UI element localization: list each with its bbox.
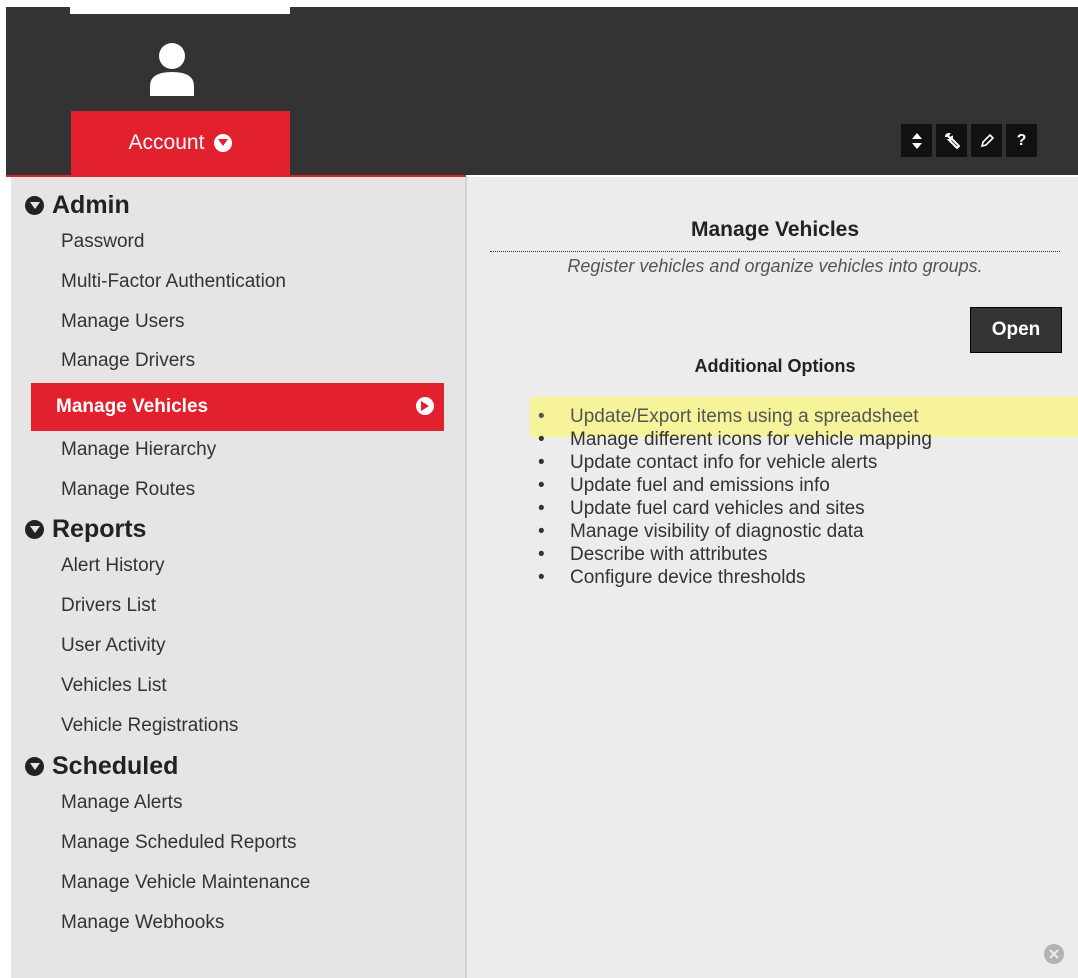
option-update-export-spreadsheet[interactable]: • Update/Export items using a spreadsheet — [538, 405, 932, 428]
sidebar-item-user-activity[interactable]: User Activity — [61, 635, 166, 657]
section-scheduled[interactable]: Scheduled — [25, 752, 178, 781]
option-manage-icons[interactable]: • Manage different icons for vehicle mapp… — [538, 428, 932, 451]
open-button[interactable]: Open — [970, 307, 1062, 353]
option-label: Update contact info for vehicle alerts — [570, 452, 878, 473]
sidebar-item-alert-history[interactable]: Alert History — [61, 555, 164, 577]
sidebar-item-password[interactable]: Password — [61, 231, 144, 253]
option-update-fuel-emissions[interactable]: • Update fuel and emissions info — [538, 474, 932, 497]
help-icon[interactable]: ? — [1006, 124, 1037, 157]
chevron-down-circle-icon — [214, 134, 233, 152]
sidebar-item-vehicles-list[interactable]: Vehicles List — [61, 675, 167, 697]
sidebar — [11, 177, 465, 978]
option-update-fuel-card[interactable]: • Update fuel card vehicles and sites — [538, 497, 932, 520]
section-scheduled-title: Scheduled — [52, 752, 179, 780]
sidebar-item-manage-vehicle-maintenance[interactable]: Manage Vehicle Maintenance — [61, 872, 310, 894]
chevron-down-circle-icon — [25, 196, 44, 215]
section-reports[interactable]: Reports — [25, 515, 146, 544]
sidebar-item-manage-alerts[interactable]: Manage Alerts — [61, 792, 182, 814]
sidebar-item-manage-drivers[interactable]: Manage Drivers — [61, 350, 195, 372]
sidebar-item-vehicle-registrations[interactable]: Vehicle Registrations — [61, 715, 238, 737]
pencil-icon[interactable] — [971, 124, 1002, 157]
option-label: Manage visibility of diagnostic data — [570, 521, 864, 542]
section-admin[interactable]: Admin — [25, 191, 130, 220]
additional-options-title: Additional Options — [694, 356, 856, 376]
section-admin-title: Admin — [52, 191, 130, 219]
option-label: Update fuel and emissions info — [570, 475, 830, 496]
sort-icon[interactable] — [901, 124, 932, 157]
sidebar-item-manage-users[interactable]: Manage Users — [61, 311, 185, 333]
chevron-down-circle-icon — [25, 520, 44, 539]
sidebar-item-manage-hierarchy[interactable]: Manage Hierarchy — [61, 439, 216, 461]
option-label: Update/Export items using a spreadsheet — [570, 406, 919, 427]
page-description: Register vehicles and organize vehicles … — [567, 256, 983, 276]
sidebar-item-drivers-list[interactable]: Drivers List — [61, 595, 156, 617]
header-top-strip — [70, 0, 290, 14]
option-label: Describe with attributes — [570, 544, 768, 565]
close-icon[interactable] — [1044, 944, 1064, 964]
user-avatar-icon[interactable] — [148, 40, 196, 98]
title-divider — [490, 251, 1060, 252]
wrench-icon[interactable] — [936, 124, 967, 157]
chevron-right-circle-icon — [416, 397, 434, 415]
option-label: Manage different icons for vehicle mappi… — [570, 429, 932, 450]
sidebar-item-mfa[interactable]: Multi-Factor Authentication — [61, 271, 286, 293]
sidebar-item-manage-vehicles[interactable]: Manage Vehicles — [31, 383, 444, 431]
option-label: Configure device thresholds — [570, 567, 806, 588]
option-device-thresholds[interactable]: • Configure device thresholds — [538, 566, 932, 589]
additional-options-list: • Update/Export items using a spreadsheet… — [538, 405, 932, 589]
option-update-contact-info[interactable]: • Update contact info for vehicle alerts — [538, 451, 932, 474]
sidebar-item-manage-routes[interactable]: Manage Routes — [61, 479, 195, 501]
account-menu-button[interactable]: Account — [71, 111, 290, 175]
toolbar: ? — [897, 124, 1037, 157]
sidebar-item-manage-scheduled-reports[interactable]: Manage Scheduled Reports — [61, 832, 297, 854]
section-reports-title: Reports — [52, 515, 147, 543]
sidebar-item-manage-webhooks[interactable]: Manage Webhooks — [61, 912, 224, 934]
sidebar-item-label: Manage Vehicles — [56, 396, 209, 417]
option-label: Update fuel card vehicles and sites — [570, 498, 865, 519]
account-label: Account — [128, 131, 205, 154]
option-diagnostic-visibility[interactable]: • Manage visibility of diagnostic data — [538, 520, 932, 543]
page-title: Manage Vehicles — [690, 218, 860, 241]
option-describe-attributes[interactable]: • Describe with attributes — [538, 543, 932, 566]
chevron-down-circle-icon — [25, 757, 44, 776]
